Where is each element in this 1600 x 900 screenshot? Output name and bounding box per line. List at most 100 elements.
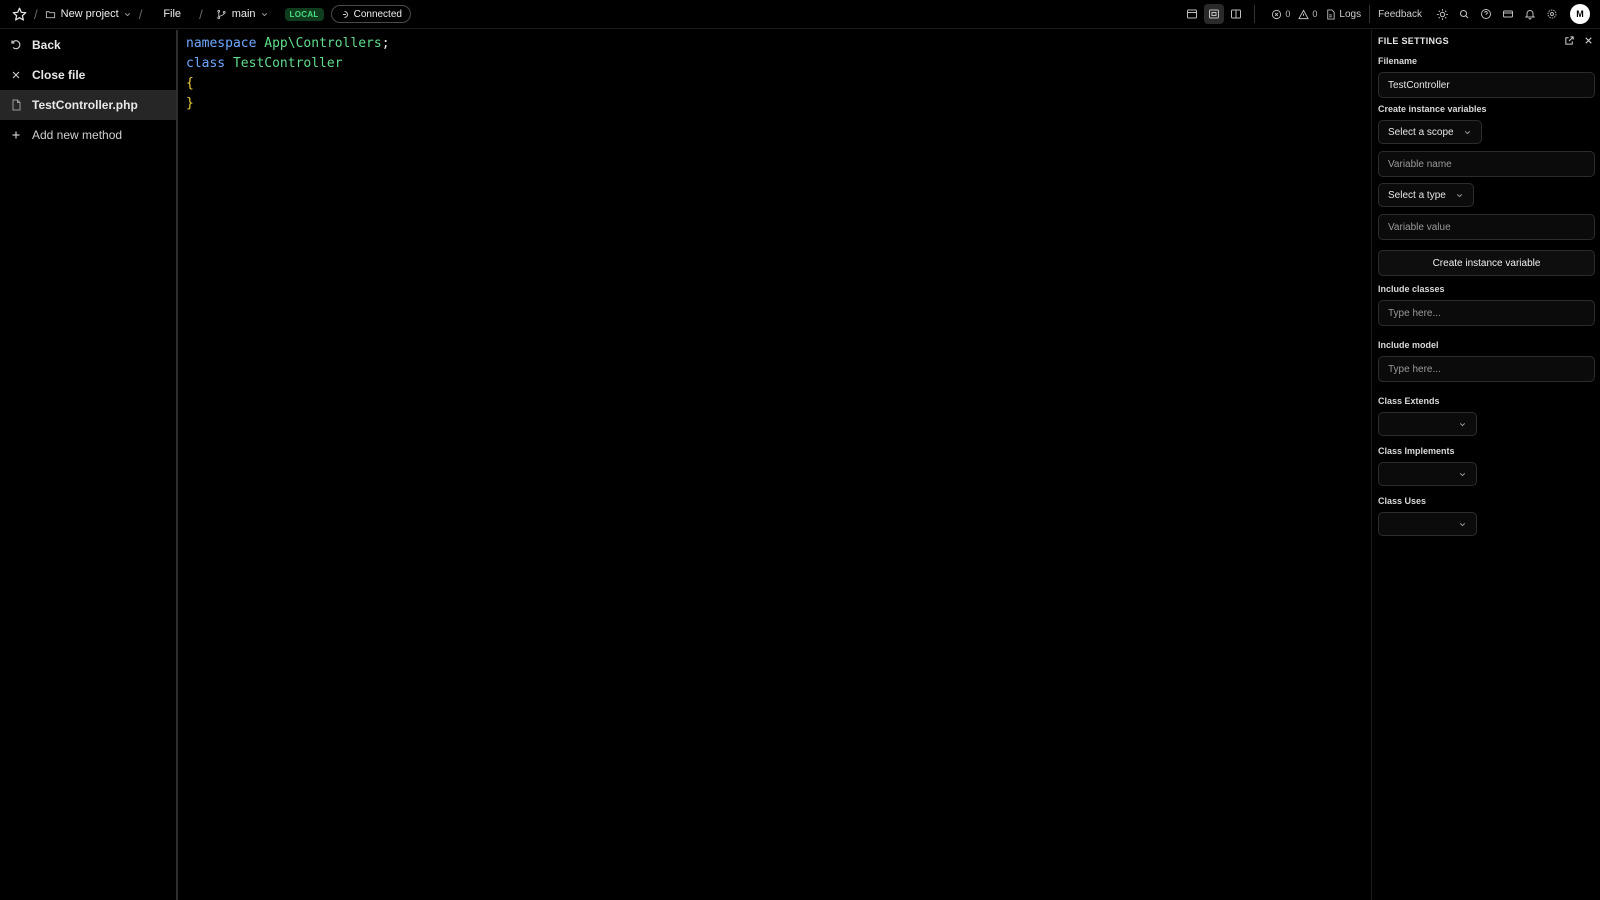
code-line: { — [186, 74, 390, 94]
open-external-icon[interactable] — [1564, 34, 1575, 49]
bell-icon — [1524, 10, 1536, 20]
plus-icon — [12, 131, 20, 139]
breadcrumb-separator: / — [34, 6, 38, 22]
close-file-label: Close file — [32, 68, 86, 82]
create-instance-variable-button[interactable]: Create instance variable — [1378, 250, 1595, 276]
file-text-icon — [1327, 8, 1336, 20]
variable-value-input[interactable]: Variable value — [1378, 214, 1595, 240]
connection-status-badge[interactable]: Connected — [330, 5, 411, 23]
project-selector[interactable]: New project — [45, 8, 132, 20]
connection-icon — [342, 10, 348, 18]
logs-button[interactable]: Logs — [1325, 9, 1361, 20]
top-bar: / New project / File / main LOCAL Connec… — [0, 0, 1600, 29]
panel-header: FILE SETTINGS — [1378, 30, 1594, 52]
add-method-label: Add new method — [32, 128, 123, 142]
file-icon — [12, 99, 21, 111]
class-uses-label: Class Uses — [1378, 496, 1427, 506]
code-punctuation: ; — [381, 36, 390, 51]
layout-panel-icon — [1187, 9, 1198, 19]
chevron-down-icon — [124, 12, 130, 16]
chevron-down-icon — [261, 12, 267, 16]
code-line: namespace App\Controllers; — [186, 34, 390, 54]
layout-columns-icon — [1231, 9, 1242, 19]
chevron-down-icon — [1464, 130, 1471, 134]
warning-triangle-icon — [1298, 8, 1310, 19]
logo-star-icon[interactable] — [12, 7, 27, 22]
close-panel-icon[interactable] — [1583, 34, 1594, 49]
type-select[interactable]: Select a type — [1378, 183, 1474, 207]
warnings-count: 0 — [1312, 9, 1318, 19]
code-line: } — [186, 94, 390, 114]
branch-name: main — [231, 8, 256, 20]
branch-selector[interactable]: main — [216, 8, 269, 20]
back-button[interactable]: Back — [0, 30, 176, 60]
project-name: New project — [60, 8, 119, 20]
folder-icon — [45, 10, 55, 18]
feedback-button[interactable]: Feedback — [1378, 9, 1422, 20]
code-keyword: namespace — [186, 36, 257, 51]
search-button[interactable] — [1454, 4, 1474, 24]
chevron-down-icon — [1459, 522, 1466, 526]
include-classes-input[interactable]: Type here... — [1378, 300, 1595, 326]
undo-arrow-icon — [11, 40, 21, 50]
file-item-active[interactable]: TestController.php — [0, 90, 176, 120]
layout-sidebar-button[interactable] — [1204, 4, 1225, 24]
include-model-label: Include model — [1378, 340, 1439, 350]
layout-sidebar-icon — [1209, 9, 1220, 19]
class-extends-select[interactable] — [1378, 412, 1477, 436]
billing-button[interactable] — [1498, 4, 1518, 24]
warnings-counter[interactable]: 0 — [1298, 8, 1318, 20]
divider — [1369, 5, 1371, 23]
notifications-button[interactable] — [1520, 4, 1540, 24]
error-circle-icon — [1272, 9, 1282, 19]
code-close-brace: } — [186, 96, 194, 111]
code-class-name: TestController — [232, 56, 343, 71]
close-file-button[interactable]: Close file — [0, 60, 176, 90]
chevron-down-icon — [1459, 472, 1466, 476]
class-implements-select[interactable] — [1378, 462, 1477, 486]
chevron-down-icon — [1456, 193, 1463, 197]
scope-select[interactable]: Select a scope — [1378, 120, 1482, 144]
close-icon — [12, 71, 20, 79]
breadcrumb-separator: / — [138, 6, 143, 22]
git-branch-icon — [217, 9, 226, 19]
variable-name-input[interactable]: Variable name — [1378, 151, 1595, 177]
theme-toggle-button[interactable] — [1432, 4, 1452, 24]
back-label: Back — [32, 38, 61, 52]
include-classes-label: Include classes — [1378, 284, 1445, 294]
code-editor[interactable]: namespace App\Controllers; class TestCon… — [186, 34, 390, 114]
file-sidebar: Back Close file TestController.php Add n… — [0, 30, 178, 900]
errors-counter[interactable]: 0 — [1271, 9, 1290, 20]
scope-select-value: Select a scope — [1388, 126, 1454, 138]
code-line: class TestController — [186, 54, 390, 74]
sun-icon — [1436, 8, 1448, 20]
divider — [1254, 5, 1256, 23]
add-method-button[interactable]: Add new method — [0, 120, 176, 150]
filename-label: Filename — [1378, 56, 1418, 66]
include-model-input[interactable]: Type here... — [1378, 356, 1595, 382]
layout-split-button[interactable] — [1226, 4, 1246, 24]
file-menu[interactable]: File — [163, 8, 181, 20]
file-name: TestController.php — [32, 98, 138, 112]
code-open-brace: { — [186, 76, 194, 91]
settings-button[interactable] — [1542, 4, 1562, 24]
chevron-down-icon — [1459, 422, 1466, 426]
filename-input[interactable]: TestController — [1378, 72, 1595, 98]
errors-count: 0 — [1285, 9, 1291, 19]
search-icon — [1459, 9, 1469, 19]
layout-single-button[interactable] — [1182, 4, 1202, 24]
class-implements-label: Class Implements — [1378, 446, 1455, 456]
help-button[interactable] — [1476, 4, 1496, 24]
class-uses-select[interactable] — [1378, 512, 1477, 536]
user-avatar[interactable]: M — [1570, 4, 1590, 24]
code-namespace: App\Controllers — [264, 36, 382, 51]
gear-icon — [1547, 9, 1557, 19]
class-extends-label: Class Extends — [1378, 396, 1440, 406]
connection-status-text: Connected — [353, 8, 402, 20]
type-select-value: Select a type — [1388, 189, 1446, 201]
credit-card-icon — [1503, 10, 1513, 18]
logs-label: Logs — [1339, 8, 1362, 20]
help-circle-icon — [1481, 9, 1491, 19]
environment-badge: LOCAL — [284, 7, 324, 21]
file-settings-panel: FILE SETTINGS Filename TestController Cr… — [1371, 30, 1600, 900]
